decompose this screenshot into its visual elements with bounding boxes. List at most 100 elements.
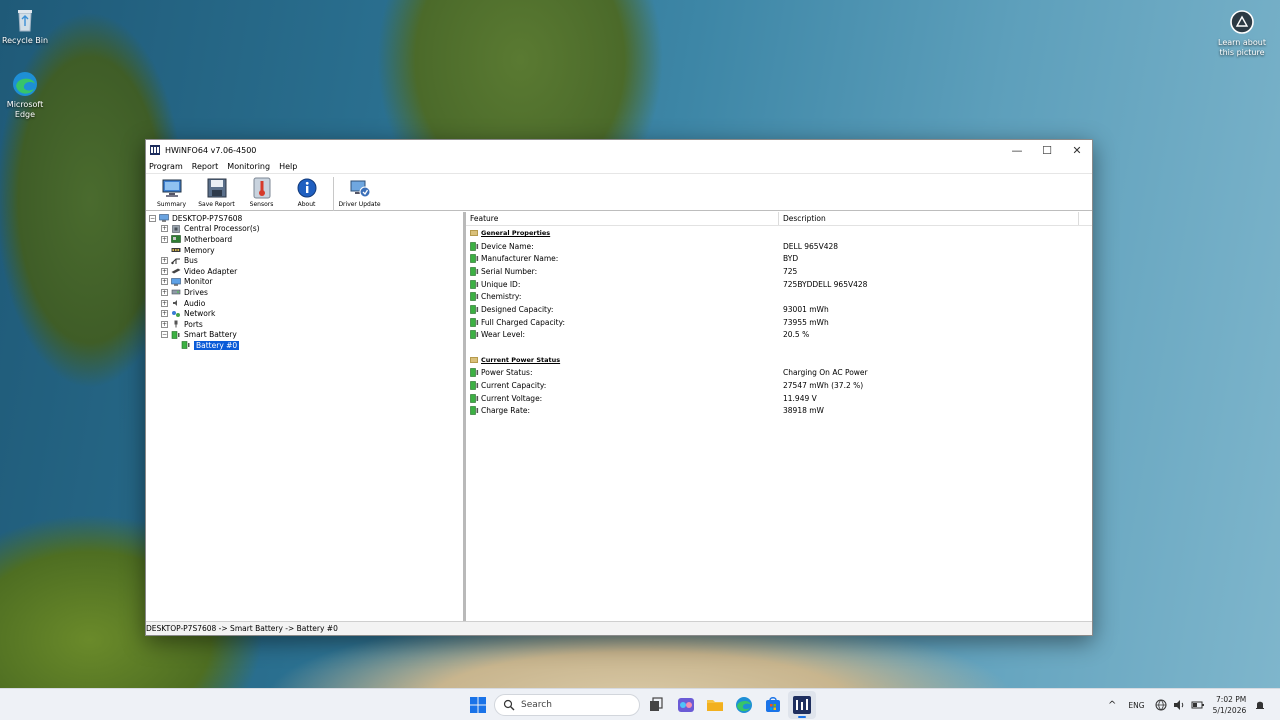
tree-item-network[interactable]: + Network (161, 308, 463, 319)
tree-item-monitor[interactable]: + Monitor (161, 277, 463, 288)
expand-toggle[interactable]: + (161, 267, 168, 275)
detail-row[interactable]: Chemistry: (466, 290, 1092, 303)
clock-date: 5/1/2026 (1212, 706, 1247, 715)
tree-item-ports[interactable]: + Ports (161, 319, 463, 330)
expand-toggle[interactable]: + (161, 320, 168, 328)
menu-monitoring[interactable]: Monitoring (227, 162, 270, 171)
expand-toggle[interactable]: + (161, 235, 168, 243)
taskbar-search[interactable]: Search (494, 694, 640, 716)
expand-toggle[interactable]: + (161, 278, 168, 286)
toolbar: Summary Save Report Sensors About Driver… (146, 173, 1092, 211)
learn-about-picture[interactable]: Learn about this picture (1212, 8, 1272, 58)
menu-program[interactable]: Program (149, 162, 183, 171)
globe-icon[interactable] (1155, 699, 1167, 711)
close-button[interactable]: ✕ (1062, 140, 1092, 160)
info-icon (297, 178, 316, 198)
edge-icon[interactable] (734, 695, 754, 715)
section-header-general: General Properties (466, 227, 1092, 240)
feature-value: 38918 mW (783, 406, 824, 416)
recycle-bin-icon (18, 10, 32, 32)
tree-item-audio[interactable]: + Audio (161, 298, 463, 309)
detail-row[interactable]: Serial Number: 725 (466, 265, 1092, 278)
battery-sensor-icon (470, 406, 479, 416)
column-header-feature[interactable]: Feature (466, 212, 779, 225)
detail-row[interactable]: Designed Capacity: 93001 mWh (466, 303, 1092, 316)
tree-item-label: Smart Battery (184, 330, 237, 340)
notification-icon[interactable] (1254, 699, 1266, 711)
driver-update-button[interactable]: Driver Update (337, 177, 382, 209)
expand-toggle[interactable]: + (161, 225, 168, 233)
network-icon (172, 310, 180, 317)
sensors-button[interactable]: Sensors (239, 177, 284, 209)
expand-toggle[interactable]: + (161, 257, 168, 265)
device-tree[interactable]: − DESKTOP-P7S7608 + Central Processor(s)… (146, 212, 466, 621)
task-view-icon[interactable] (646, 695, 666, 715)
copilot-icon[interactable] (676, 695, 696, 715)
desktop-icon-edge[interactable]: Microsoft Edge (0, 70, 55, 120)
feature-value: 11.949 V (783, 393, 817, 403)
language-indicator[interactable]: ENG (1128, 701, 1144, 710)
detail-row[interactable]: Power Status: Charging On AC Power (466, 367, 1092, 380)
title-bar[interactable]: HWiNFO64 v7.06-4500 — ☐ ✕ (146, 140, 1092, 160)
feature-name: Unique ID: (481, 279, 521, 289)
about-button[interactable]: About (284, 177, 329, 209)
collapse-toggle[interactable]: − (161, 331, 168, 339)
clock-time: 7:02 PM (1216, 695, 1247, 704)
detail-row[interactable]: Manufacturer Name: BYD (466, 252, 1092, 265)
store-icon[interactable] (763, 695, 783, 715)
tree-item-battery-0[interactable]: Battery #0 (161, 340, 463, 351)
minimize-button[interactable]: — (1002, 140, 1032, 160)
detail-row[interactable]: Unique ID: 725BYDDELL 965V428 (466, 278, 1092, 291)
tree-item-motherboard[interactable]: + Motherboard (161, 234, 463, 245)
status-bar: DESKTOP-P7S7608 -> Smart Battery -> Batt… (146, 621, 1092, 635)
feature-value: 27547 mWh (37.2 %) (783, 381, 864, 391)
chevron-up-icon[interactable]: ^ (1108, 700, 1116, 711)
battery-sensor-icon (470, 305, 479, 314)
battery-icon[interactable] (1191, 699, 1205, 711)
taskbar: Search ^ ENG 7:02 PM 5/1/2026 (0, 688, 1280, 720)
start-icon[interactable] (468, 695, 488, 715)
tree-root[interactable]: − DESKTOP-P7S7608 (149, 213, 463, 224)
detail-row[interactable]: Current Capacity: 27547 mWh (37.2 %) (466, 379, 1092, 392)
file-explorer-icon[interactable] (705, 695, 725, 715)
tree-item-smart-battery[interactable]: − Smart Battery (161, 330, 463, 341)
feature-name: Manufacturer Name: (481, 254, 559, 264)
detail-row[interactable]: Wear Level: 20.5 % (466, 329, 1092, 342)
folder-icon (470, 357, 478, 364)
battery-sensor-icon (470, 267, 479, 276)
summary-button[interactable]: Summary (149, 177, 194, 209)
audio-icon (173, 300, 177, 307)
tree-item-drives[interactable]: + Drives (161, 287, 463, 298)
desktop-icon-recycle-bin[interactable]: Recycle Bin (0, 6, 55, 46)
detail-row[interactable]: Device Name: DELL 965V428 (466, 240, 1092, 253)
port-icon (174, 320, 178, 328)
toolbar-label: Sensors (249, 201, 274, 208)
expand-toggle[interactable]: + (161, 288, 168, 296)
column-header-description[interactable]: Description (779, 212, 1079, 225)
feature-name: Wear Level: (481, 330, 525, 340)
clock[interactable]: 7:02 PM 5/1/2026 (1213, 694, 1247, 716)
volume-icon[interactable] (1173, 699, 1185, 711)
detail-row[interactable]: Charge Rate: 38918 mW (466, 405, 1092, 418)
feature-name: Charge Rate: (481, 406, 531, 416)
menu-report[interactable]: Report (192, 162, 219, 171)
feature-value: 725 (783, 266, 798, 276)
expand-toggle[interactable]: + (161, 310, 168, 318)
detail-row[interactable]: Full Charged Capacity: 73955 mWh (466, 316, 1092, 329)
menu-help[interactable]: Help (279, 162, 297, 171)
tree-item-label: Bus (184, 256, 198, 266)
maximize-button[interactable]: ☐ (1032, 140, 1062, 160)
toolbar-label: About (297, 201, 316, 208)
section-title: General Properties (481, 229, 551, 238)
expand-toggle[interactable]: + (161, 299, 168, 307)
hwinfo-taskbar-button[interactable] (788, 691, 816, 719)
detail-row[interactable]: Current Voltage: 11.949 V (466, 392, 1092, 405)
collapse-toggle[interactable]: − (149, 214, 156, 222)
save-report-button[interactable]: Save Report (194, 177, 239, 209)
feature-value: 73955 mWh (783, 317, 829, 327)
tree-item-cpu[interactable]: + Central Processor(s) (161, 224, 463, 235)
tree-item-memory[interactable]: Memory (161, 245, 463, 256)
menu-bar: Program Report Monitoring Help (146, 160, 1092, 173)
tree-item-video-adapter[interactable]: + Video Adapter (161, 266, 463, 277)
tree-item-bus[interactable]: + Bus (161, 255, 463, 266)
